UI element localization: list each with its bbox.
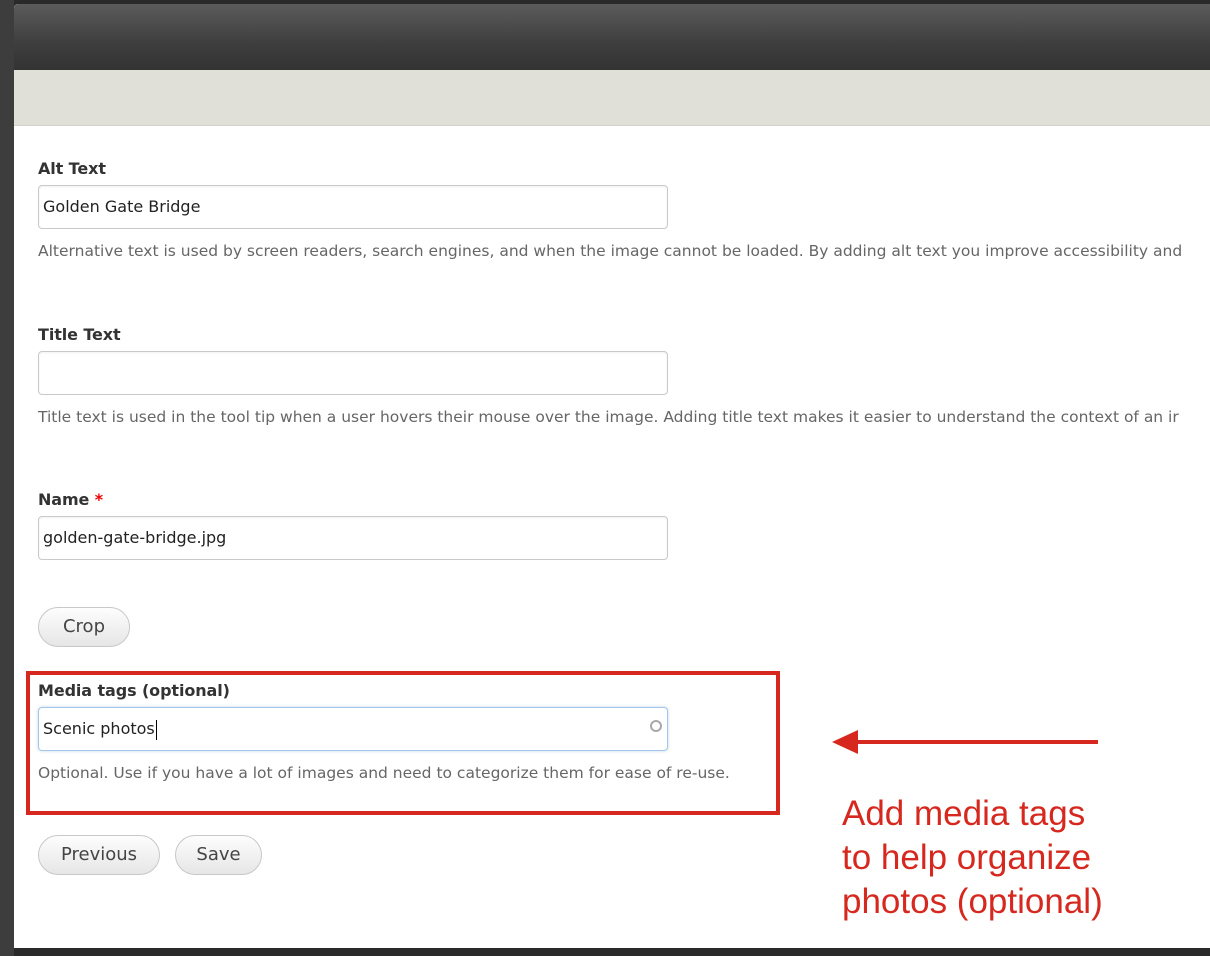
annotation-text: Add media tags to help organize photos (… xyxy=(842,792,1103,924)
dialog-titlebar xyxy=(14,4,1210,70)
annotation-line: Add media tags xyxy=(842,794,1086,833)
annotation-line: to help organize xyxy=(842,838,1092,877)
alt-text-field: Alt Text Golden Gate Bridge Alternative … xyxy=(38,159,1182,261)
annotation-line: photos (optional) xyxy=(842,882,1103,921)
name-label-text: Name xyxy=(38,490,90,509)
name-field: Name * golden-gate-bridge.jpg xyxy=(38,490,668,560)
dialog-toolbar xyxy=(14,70,1210,126)
required-marker: * xyxy=(94,490,104,509)
alt-text-value: Golden Gate Bridge xyxy=(43,197,201,216)
annotation-arrow-icon xyxy=(832,730,1098,754)
previous-button[interactable]: Previous xyxy=(38,835,160,875)
alt-text-help: Alternative text is used by screen reade… xyxy=(38,242,1183,260)
save-button[interactable]: Save xyxy=(175,835,262,875)
media-dialog: Alt Text Golden Gate Bridge Alternative … xyxy=(14,4,1210,948)
highlight-box xyxy=(26,671,780,815)
crop-button[interactable]: Crop xyxy=(38,607,130,647)
title-text-help: Title text is used in the tool tip when … xyxy=(38,408,1179,426)
name-input[interactable]: golden-gate-bridge.jpg xyxy=(38,516,668,560)
alt-text-label: Alt Text xyxy=(38,159,106,178)
alt-text-input[interactable]: Golden Gate Bridge xyxy=(38,185,668,229)
background-left-edge xyxy=(0,0,14,956)
name-value: golden-gate-bridge.jpg xyxy=(43,528,227,547)
title-text-field: Title Text Title text is used in the too… xyxy=(38,325,1179,427)
title-text-input[interactable] xyxy=(38,351,668,395)
title-text-label: Title Text xyxy=(38,325,121,344)
name-label: Name * xyxy=(38,490,668,510)
